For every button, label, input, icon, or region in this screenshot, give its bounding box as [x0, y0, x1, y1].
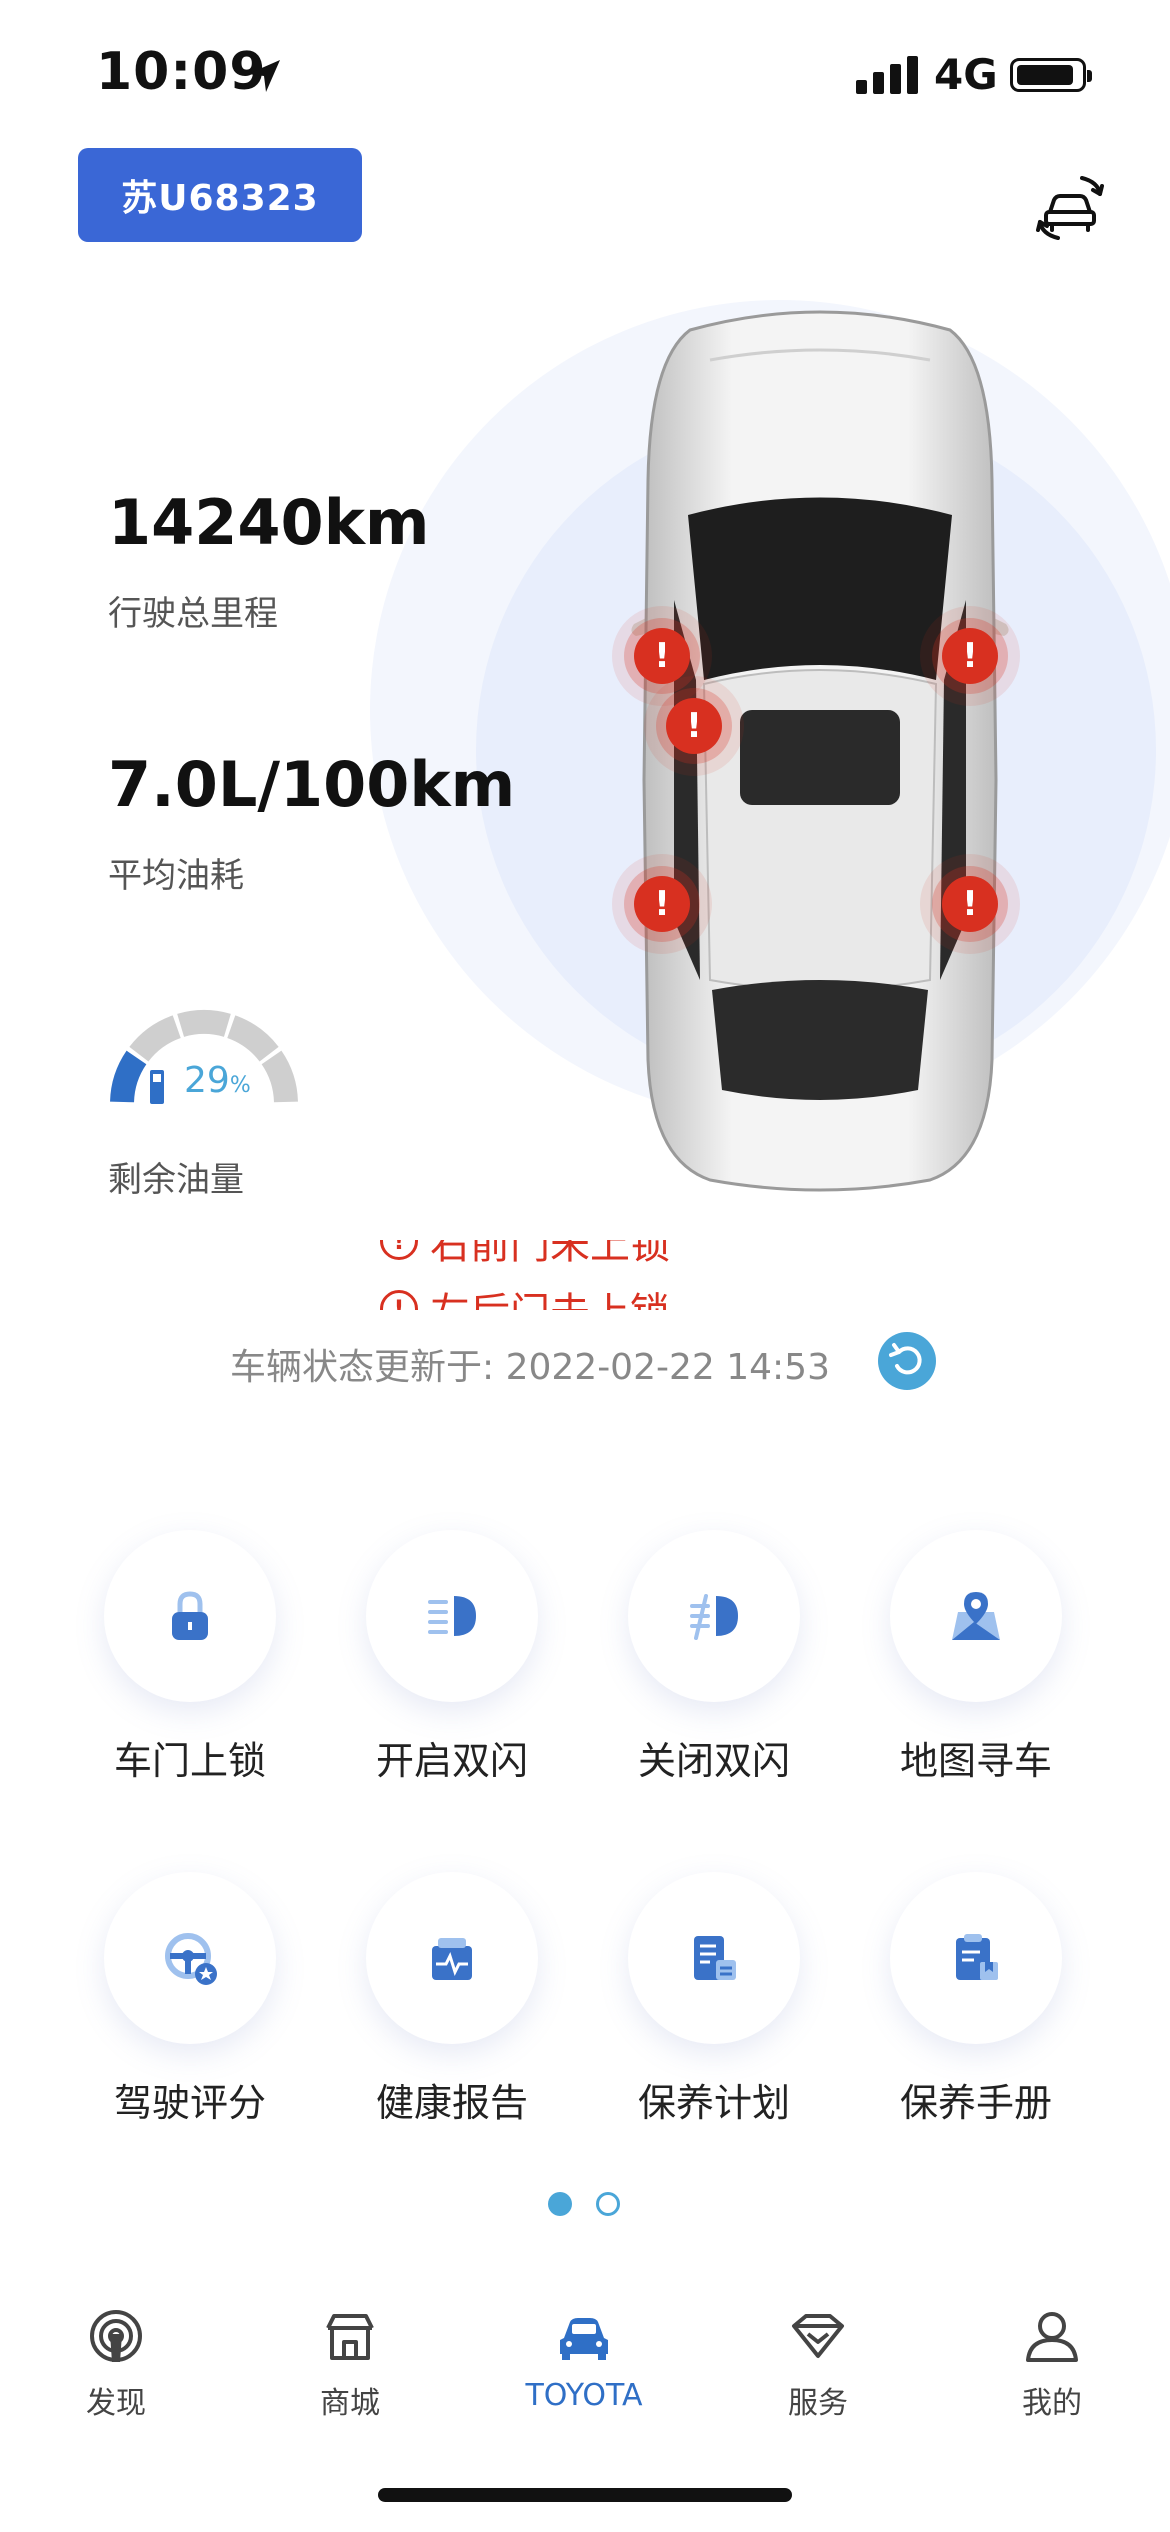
- car-top-view: [631, 310, 1009, 1192]
- fuel-gauge-segment: [227, 1015, 279, 1062]
- action-health-report[interactable]: [366, 1872, 538, 2044]
- tab-label: 商城: [320, 2386, 380, 2421]
- discover-icon: [90, 2310, 142, 2362]
- status-time: 10:09: [96, 42, 267, 102]
- tab-label: 服务: [788, 2386, 848, 2421]
- battery-icon: [1010, 58, 1092, 92]
- signal-icon: [856, 56, 920, 94]
- tab-store[interactable]: 商城: [270, 2304, 430, 2422]
- action-maintenance-plan[interactable]: [628, 1872, 800, 2044]
- tab-label: 发现: [86, 2386, 146, 2421]
- refresh-icon: [889, 1343, 922, 1375]
- warning-front-right-icon[interactable]: !: [942, 628, 998, 684]
- lock-icon: [172, 1591, 208, 1640]
- warning-front-left-icon[interactable]: !: [634, 628, 690, 684]
- action-label[interactable]: 开启双闪: [342, 1730, 562, 1785]
- tab-label: 我的: [1022, 2386, 1082, 2421]
- mileage-value: 14240km: [108, 486, 430, 559]
- fuel-gauge-segment: [177, 1010, 231, 1037]
- fuel-consumption-value: 7.0L/100km: [108, 748, 516, 821]
- fuel-percent-unit: %: [229, 1073, 251, 1098]
- diamond-icon: [792, 2314, 844, 2358]
- action-label[interactable]: 地图寻车: [866, 1730, 1086, 1785]
- tab-diamond[interactable]: 服务: [738, 2304, 898, 2422]
- location-arrow-icon: [248, 60, 280, 92]
- fuel-consumption-label: 平均油耗: [108, 856, 244, 896]
- warning-message: ! 右前门未上锁: [380, 1240, 880, 1270]
- action-map-pin[interactable]: [890, 1530, 1062, 1702]
- steering-wheel-icon: [165, 1933, 217, 1985]
- fuel-remaining-label: 剩余油量: [108, 1160, 244, 1200]
- fuel-gauge-segment: [110, 1050, 147, 1103]
- warning-rear-right-icon[interactable]: !: [942, 876, 998, 932]
- fuel-pump-icon: [150, 1070, 164, 1104]
- action-lock[interactable]: [104, 1530, 276, 1702]
- health-report-icon: [432, 1938, 472, 1980]
- hazard-on-icon: [428, 1596, 476, 1636]
- store-icon: [326, 2314, 374, 2360]
- action-label[interactable]: 关闭双闪: [604, 1730, 824, 1785]
- action-label[interactable]: 保养手册: [866, 2072, 1086, 2127]
- plate-button[interactable]: 苏U68323: [78, 148, 362, 242]
- warning-circle-icon: !: [380, 1290, 418, 1310]
- tab-car[interactable]: TOYOTA: [504, 2304, 664, 2413]
- tab-discover[interactable]: 发现: [36, 2304, 196, 2422]
- refresh-button[interactable]: [878, 1332, 936, 1390]
- fuel-gauge-segment: [261, 1050, 298, 1103]
- fuel-percent: 29: [184, 1060, 230, 1101]
- maintenance-manual-icon: [956, 1934, 998, 1980]
- home-indicator: [378, 2488, 792, 2502]
- warning-message: ! 左后门未上锁: [380, 1280, 880, 1310]
- warning-left-side-icon[interactable]: !: [666, 698, 722, 754]
- switch-vehicle-icon[interactable]: [1030, 168, 1110, 248]
- warning-circle-icon: !: [380, 1240, 418, 1260]
- action-hazard-off[interactable]: [628, 1530, 800, 1702]
- action-label[interactable]: 健康报告: [342, 2072, 562, 2127]
- warning-rear-left-icon[interactable]: !: [634, 876, 690, 932]
- mileage-label: 行驶总里程: [108, 594, 278, 634]
- fuel-gauge-segment: [129, 1015, 181, 1062]
- maintenance-plan-icon: [694, 1936, 736, 1980]
- page-dot[interactable]: [596, 2192, 620, 2216]
- tab-label: TOYOTA: [525, 2378, 643, 2413]
- action-label[interactable]: 保养计划: [604, 2072, 824, 2127]
- status-update-text: 车辆状态更新于: 2022-02-22 14:53: [230, 1347, 830, 1388]
- tab-user[interactable]: 我的: [972, 2304, 1132, 2422]
- action-label[interactable]: 驾驶评分: [80, 2072, 300, 2127]
- user-icon: [1026, 2312, 1078, 2362]
- network-type: 4G: [934, 50, 998, 99]
- car-icon: [560, 2318, 608, 2360]
- page-dot-active[interactable]: [548, 2192, 572, 2216]
- hazard-off-icon: [690, 1594, 738, 1640]
- warning-messages: ! 右前门未上锁 ! 左后门未上锁: [380, 1240, 880, 1310]
- map-pin-icon: [952, 1592, 1000, 1640]
- action-hazard-on[interactable]: [366, 1530, 538, 1702]
- action-maintenance-manual[interactable]: [890, 1872, 1062, 2044]
- action-steering-wheel[interactable]: [104, 1872, 276, 2044]
- action-label[interactable]: 车门上锁: [80, 1730, 300, 1785]
